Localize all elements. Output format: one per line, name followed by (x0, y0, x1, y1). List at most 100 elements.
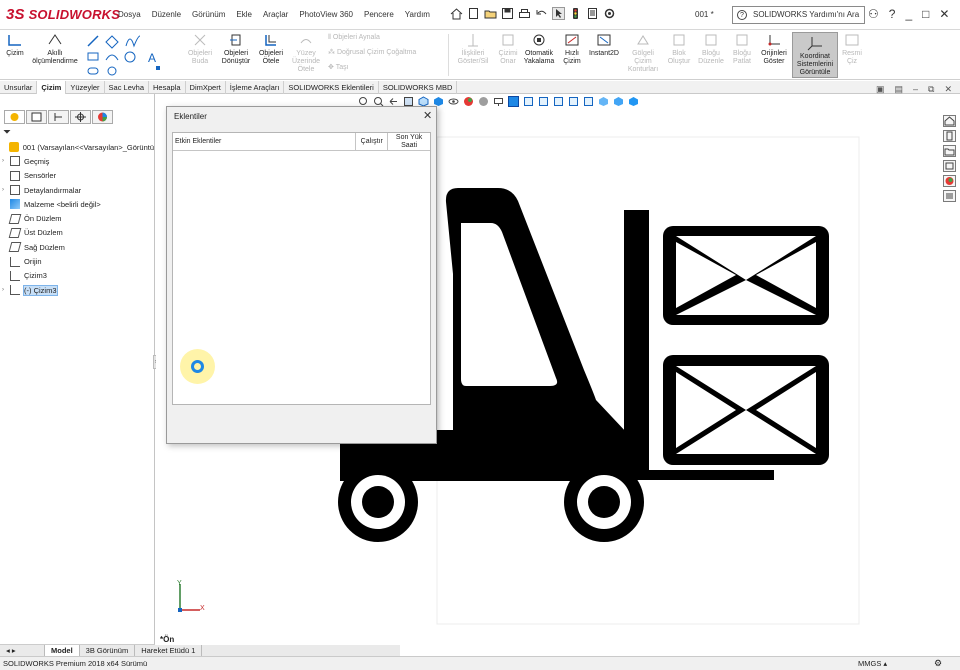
display-relations-button[interactable]: İlişkileri Göster/Sil (453, 32, 493, 66)
new-document-icon[interactable] (467, 7, 480, 20)
select-arrow-icon[interactable] (552, 7, 565, 20)
view-settings-icon[interactable] (493, 96, 504, 107)
column-start-up[interactable]: Çalıştır (356, 133, 389, 150)
options-gear-icon[interactable] (603, 7, 616, 20)
edit-appearance-icon[interactable] (463, 96, 474, 107)
tab-solidworks-mbd[interactable]: SOLIDWORKS MBD (379, 81, 458, 94)
design-library-icon[interactable] (943, 130, 956, 142)
configuration-manager-tab-icon[interactable] (48, 110, 69, 124)
rebuild-status-icon[interactable]: ⚙ (934, 658, 942, 669)
shaded-contours-button[interactable]: Gölgeli Çizim Konturları (624, 32, 662, 74)
view-front-icon[interactable] (508, 96, 519, 107)
restore-button[interactable]: □ (922, 7, 929, 21)
help-search-input[interactable]: ? SOLIDWORKS Yardımı'nı Ara (732, 6, 865, 24)
edit-block-button[interactable]: Bloğu Düzenle (696, 32, 726, 66)
menu-pencere[interactable]: Pencere (364, 10, 394, 19)
menu-photoview[interactable]: PhotoView 360 (299, 10, 353, 19)
sketch-entities-icons[interactable]: A (86, 32, 181, 76)
tab-features[interactable]: Unsurlar (0, 81, 38, 94)
tree-item-annotations[interactable]: › Detaylandırmalar (2, 183, 154, 197)
print-icon[interactable] (518, 7, 531, 20)
tab-sheet-metal[interactable]: Sac Levha (105, 81, 149, 94)
traffic-light-icon[interactable] (569, 7, 582, 20)
property-manager-tab-icon[interactable] (26, 110, 47, 124)
tree-item-front-plane[interactable]: Ön Düzlem (2, 211, 154, 225)
sketch-button[interactable]: Çizim (3, 32, 27, 58)
tree-item-origin[interactable]: Orijin (2, 254, 154, 268)
view-right-icon[interactable] (553, 96, 564, 107)
column-last-load-time[interactable]: Son Yük Saati (388, 133, 430, 150)
view-back-icon[interactable] (523, 96, 534, 107)
linear-pattern-button[interactable]: ⁂ Doğrusal Çizim Çoğaltma (328, 49, 430, 57)
tab-dimxpert[interactable]: DimXpert (186, 81, 226, 94)
appearances-icon[interactable] (943, 175, 956, 187)
help-button[interactable]: ? (889, 7, 896, 21)
tab-sketch[interactable]: Çizim (37, 81, 67, 94)
close-button[interactable]: ✕ (939, 7, 949, 21)
file-explorer-icon[interactable] (943, 145, 956, 157)
menu-dosya[interactable]: Dosya (118, 10, 141, 19)
solidworks-logo[interactable]: 3S SOLIDWORKS (6, 6, 120, 23)
explode-block-button[interactable]: Bloğu Patlat (728, 32, 756, 66)
view-top-icon[interactable] (568, 96, 579, 107)
save-icon[interactable] (501, 7, 514, 20)
open-folder-icon[interactable] (484, 7, 497, 20)
custom-properties-icon[interactable] (943, 190, 956, 202)
tab-evaluate[interactable]: Hesapla (149, 81, 186, 94)
tab-solidworks-addins[interactable]: SOLIDWORKS Eklentileri (284, 81, 379, 94)
feature-tree-tab-icon[interactable] (4, 110, 25, 124)
dimxpert-manager-tab-icon[interactable] (70, 110, 91, 124)
mirror-entities-button[interactable]: ⫴ Objeleri Aynala (328, 34, 430, 42)
tab-3d-view[interactable]: 3B Görünüm (80, 645, 136, 656)
tab-nav-arrows[interactable]: ◂ ▸ (0, 645, 45, 656)
view-isometric-icon[interactable] (598, 96, 609, 107)
tree-item-history[interactable]: › Geçmiş (2, 154, 154, 168)
convert-entities-button[interactable]: Objeleri Dönüştür (219, 32, 253, 66)
view-dimetric-icon[interactable] (628, 96, 639, 107)
display-manager-tab-icon[interactable] (92, 110, 113, 124)
hide-show-items-icon[interactable] (448, 96, 459, 107)
menu-gorunum[interactable]: Görünüm (192, 10, 225, 19)
view-bottom-icon[interactable] (583, 96, 594, 107)
tab-motion-study[interactable]: Hareket Etüdü 1 (135, 645, 203, 656)
show-origins-button[interactable]: Orijinleri Göster (757, 32, 791, 66)
apply-scene-icon[interactable] (478, 96, 489, 107)
tree-item-part[interactable]: 001 (Varsayılan<<Varsayılan>_Görüntü (2, 140, 154, 154)
tab-surfaces[interactable]: Yüzeyler (66, 81, 105, 94)
tree-item-sketch3-active[interactable]: › (-) Çizim3 (2, 283, 154, 297)
tree-item-right-plane[interactable]: Sağ Düzlem (2, 240, 154, 254)
quick-snaps-button[interactable]: Otomatik Yakalama (522, 32, 556, 66)
menu-yardim[interactable]: Yardım (405, 10, 430, 19)
menu-ekle[interactable]: Ekle (236, 10, 252, 19)
rapid-sketch-button[interactable]: Hızlı Çizim (560, 32, 584, 66)
file-properties-icon[interactable] (586, 7, 599, 20)
menu-duzenle[interactable]: Düzenle (152, 10, 181, 19)
trim-entities-button[interactable]: Objeleri Buda (186, 32, 214, 66)
dialog-close-button[interactable]: ✕ (423, 109, 432, 122)
view-trimetric-icon[interactable] (613, 96, 624, 107)
minimize-button[interactable]: _ (905, 7, 912, 21)
make-block-button[interactable]: Blok Oluştur (664, 32, 694, 66)
tree-item-top-plane[interactable]: Üst Düzlem (2, 226, 154, 240)
move-entities-button[interactable]: ✥ Taşı (328, 64, 430, 72)
menu-araclar[interactable]: Araçlar (263, 10, 288, 19)
repair-sketch-button[interactable]: Çizimi Onar (494, 32, 522, 66)
undo-icon[interactable] (535, 7, 548, 20)
home-icon[interactable] (450, 7, 463, 20)
sketch-picture-button[interactable]: Resmi Çiz (840, 32, 864, 66)
offset-on-surface-button[interactable]: Yüzey Üzerinde Ötele (289, 32, 323, 74)
view-left-icon[interactable] (538, 96, 549, 107)
column-active-addins[interactable]: Etkin Eklentiler (173, 133, 357, 150)
home-icon[interactable] (943, 115, 956, 127)
filter-icon[interactable]: ⏷ (3, 127, 11, 138)
unit-system-button[interactable]: MMGS ▴ (858, 659, 887, 668)
view-palette-icon[interactable] (943, 160, 956, 172)
tree-item-sensors[interactable]: Sensörler (2, 169, 154, 183)
smart-dimension-button[interactable]: Akıllı ölçümlendirme (28, 32, 82, 66)
user-icon[interactable]: ⚇ (868, 7, 879, 21)
tree-item-sketch3[interactable]: Çizim3 (2, 269, 154, 283)
tree-item-material[interactable]: Malzeme <belirli değil> (2, 197, 154, 211)
view-coordinate-systems-button[interactable]: Koordinat Sistemlerini Görüntüle (792, 32, 838, 78)
instant2d-button[interactable]: Instant2D (586, 32, 622, 58)
tab-machining-tools[interactable]: İşleme Araçları (226, 81, 285, 94)
